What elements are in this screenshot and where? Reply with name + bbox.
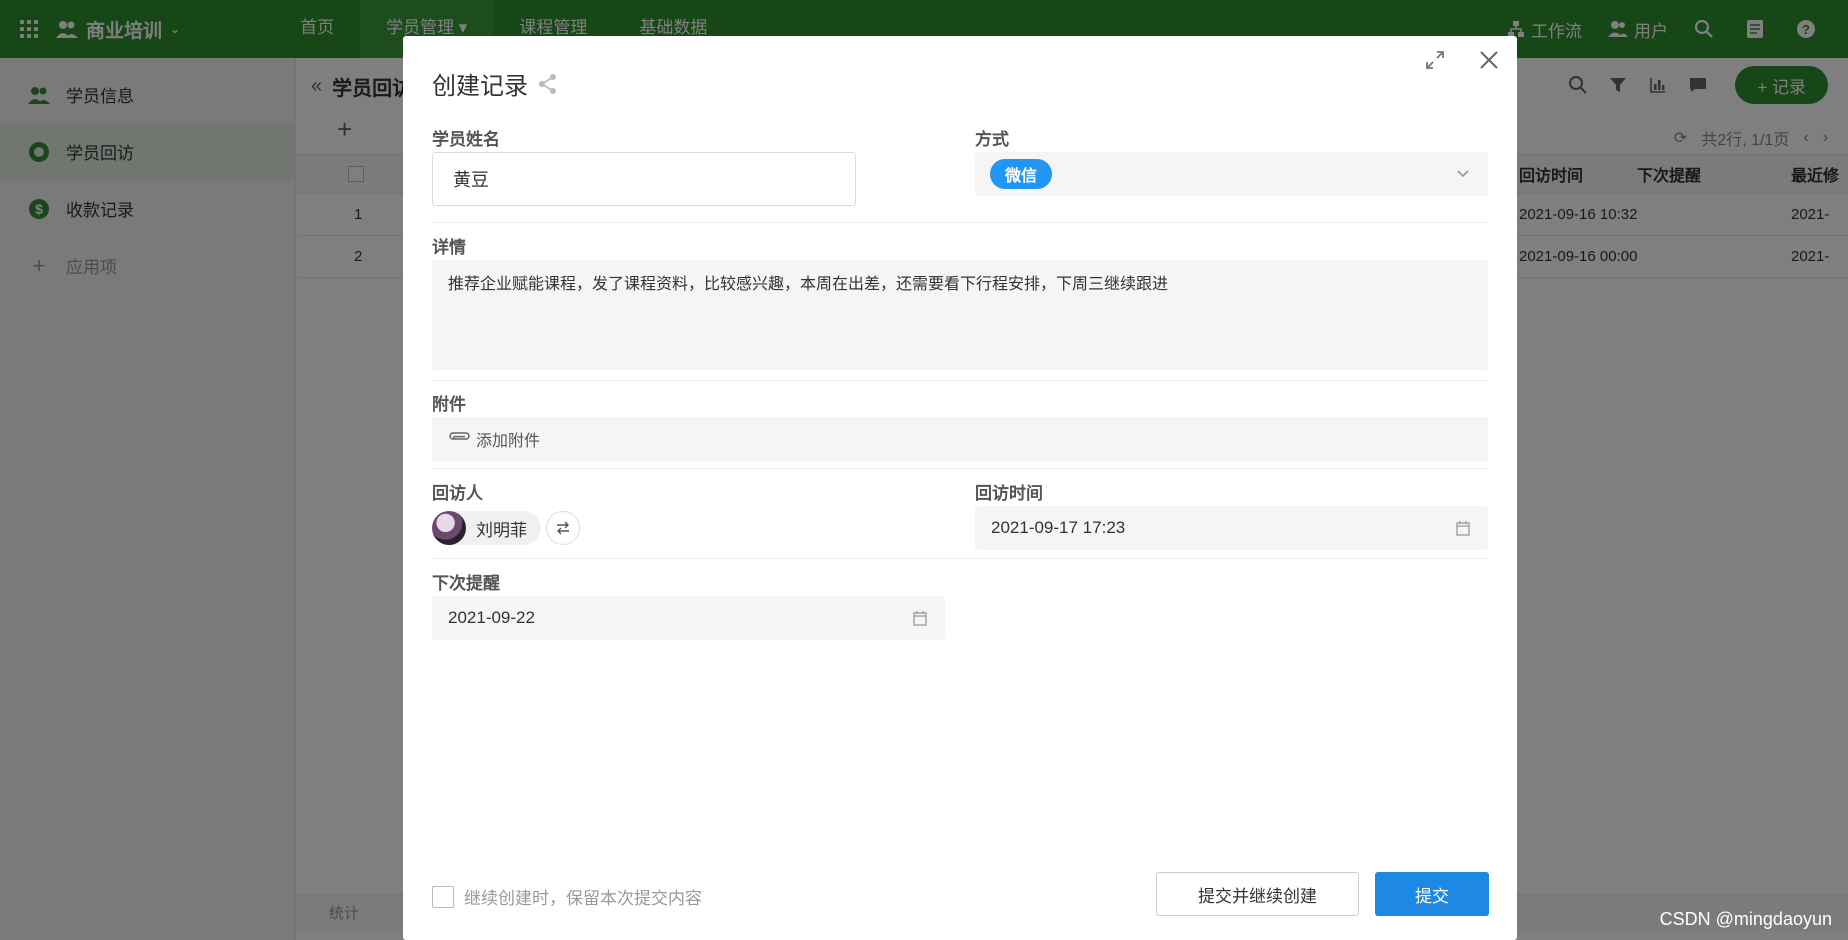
divider [432, 222, 1488, 223]
paperclip-icon [449, 432, 470, 440]
keep-content-checkbox[interactable] [432, 885, 454, 908]
avatar [432, 511, 466, 545]
share-icon[interactable] [538, 73, 558, 95]
watermark: CSDN @mingdaoyun [1659, 909, 1832, 929]
field-label-next-reminder: 下次提醒 [432, 574, 500, 593]
calendar-icon [913, 611, 927, 626]
divider [432, 558, 1488, 559]
submit-and-continue-button[interactable]: 提交并继续创建 [1156, 872, 1359, 916]
field-label-visitor: 回访人 [432, 484, 483, 503]
field-label-details: 详情 [432, 238, 466, 257]
next-reminder-picker[interactable]: 2021-09-22 [432, 596, 945, 640]
swap-icon [557, 521, 569, 535]
divider [432, 380, 1488, 381]
details-textarea[interactable]: 推荐企业赋能课程，发了课程资料，比较感兴趣，本周在出差，还需要看下行程安排，下周… [432, 260, 1488, 370]
keep-content-option[interactable]: 继续创建时，保留本次提交内容 [432, 884, 702, 909]
add-attachment-label: 添加附件 [476, 433, 541, 450]
field-label-visit-time: 回访时间 [975, 484, 1043, 503]
submit-button[interactable]: 提交 [1375, 872, 1489, 916]
field-label-student-name: 学员姓名 [432, 130, 500, 149]
close-icon[interactable] [1475, 46, 1503, 74]
field-label-method: 方式 [975, 130, 1009, 149]
swap-user-button[interactable] [546, 511, 580, 545]
dialog-title-text: 创建记录 [432, 73, 528, 100]
divider [432, 468, 1488, 469]
visitor-name: 刘明菲 [476, 520, 527, 540]
visit-time-picker[interactable]: 2021-09-17 17:23 [975, 506, 1488, 550]
keep-content-label: 继续创建时，保留本次提交内容 [464, 889, 702, 908]
method-select[interactable]: 微信 [975, 152, 1488, 196]
create-record-dialog: 创建记录 学员姓名 黄豆 方式 微信 详情 推荐企业赋能课程，发了课程资料，比较… [403, 36, 1517, 940]
add-attachment-button[interactable]: 添加附件 [432, 417, 1488, 461]
dialog-title: 创建记录 [432, 66, 558, 101]
expand-icon[interactable] [1423, 48, 1447, 72]
student-name-input[interactable]: 黄豆 [432, 152, 856, 206]
visitor-user-chip[interactable]: 刘明菲 [432, 511, 541, 545]
next-reminder-value: 2021-09-22 [448, 608, 535, 627]
method-tag-wechat: 微信 [990, 159, 1053, 189]
calendar-icon [1456, 521, 1470, 536]
chevron-down-icon [1457, 170, 1469, 178]
visit-time-value: 2021-09-17 17:23 [991, 518, 1126, 537]
field-label-attachment: 附件 [432, 395, 466, 414]
